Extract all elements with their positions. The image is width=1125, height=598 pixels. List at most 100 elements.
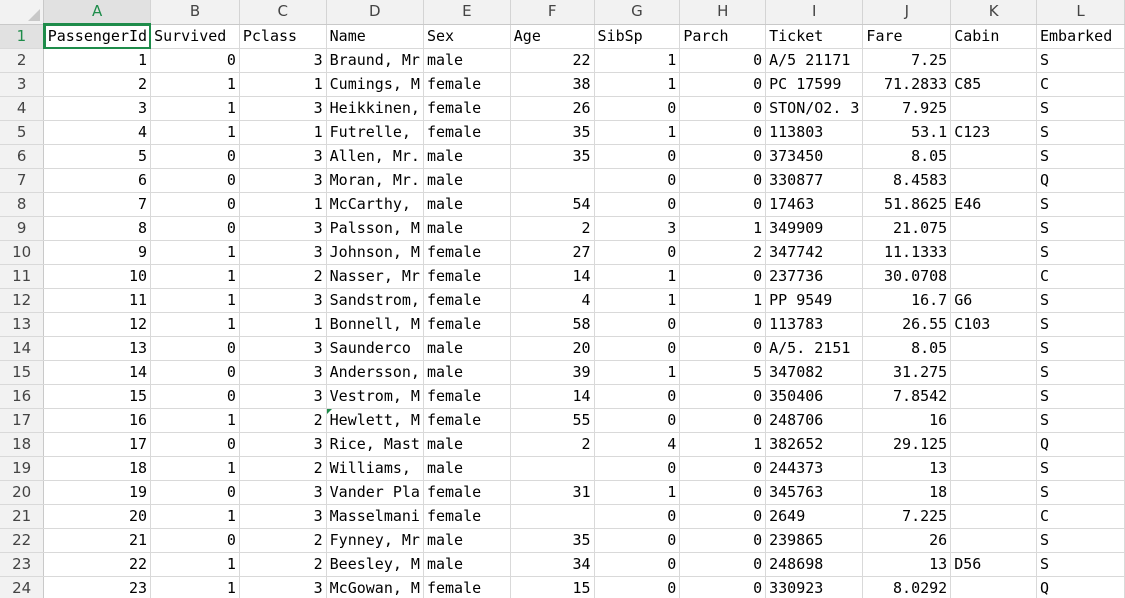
cell-a15[interactable]: 14 [43,360,152,385]
cell-b18[interactable]: 0 [150,432,240,457]
cell-f10[interactable]: 27 [510,240,595,265]
cell-a2[interactable]: 1 [43,48,152,73]
cell-k2[interactable] [950,48,1037,73]
cell-g14[interactable]: 0 [594,336,681,361]
cell-i6[interactable]: 373450 [765,144,864,169]
cell-c11[interactable]: 2 [239,264,327,289]
cell-e15[interactable]: male [423,360,511,385]
cell-k7[interactable] [950,168,1037,193]
cell-e11[interactable]: female [423,264,511,289]
cell-l9[interactable]: S [1036,216,1125,241]
cell-d11[interactable]: Nasser, Mr [326,264,424,289]
cell-k15[interactable] [950,360,1037,385]
cell-b16[interactable]: 0 [150,384,240,409]
cell-i2[interactable]: A/5 21171 [765,48,864,73]
cell-i4[interactable]: STON/O2. 3 [765,96,864,121]
row-header-5[interactable]: 5 [0,120,45,145]
cell-f19[interactable] [510,456,595,481]
cell-b24[interactable]: 1 [150,576,240,598]
cell-j22[interactable]: 26 [862,528,952,553]
cell-e7[interactable]: male [423,168,511,193]
cell-c4[interactable]: 3 [239,96,327,121]
cell-f23[interactable]: 34 [510,552,595,577]
cell-f7[interactable] [510,168,595,193]
cell-g15[interactable]: 1 [594,360,681,385]
cell-d10[interactable]: Johnson, M [326,240,424,265]
cell-l7[interactable]: Q [1036,168,1125,193]
cell-b14[interactable]: 0 [150,336,240,361]
cell-h14[interactable]: 0 [679,336,767,361]
cell-j5[interactable]: 53.1 [862,120,952,145]
cell-l12[interactable]: S [1036,288,1125,313]
cell-e3[interactable]: female [423,72,511,97]
cell-f20[interactable]: 31 [510,480,595,505]
cell-d8[interactable]: McCarthy, [326,192,424,217]
cell-k16[interactable] [950,384,1037,409]
cell-b7[interactable]: 0 [150,168,240,193]
cell-g20[interactable]: 1 [594,480,681,505]
cell-g19[interactable]: 0 [594,456,681,481]
column-header-f[interactable]: F [510,0,595,25]
cell-d21[interactable]: Masselmani [326,504,424,529]
cell-g23[interactable]: 0 [594,552,681,577]
cell-i22[interactable]: 239865 [765,528,864,553]
cell-l17[interactable]: S [1036,408,1125,433]
cell-d22[interactable]: Fynney, Mr [326,528,424,553]
cell-i19[interactable]: 244373 [765,456,864,481]
cell-i7[interactable]: 330877 [765,168,864,193]
row-header-2[interactable]: 2 [0,48,45,73]
row-header-3[interactable]: 3 [0,72,45,97]
cell-f13[interactable]: 58 [510,312,595,337]
cell-h22[interactable]: 0 [679,528,767,553]
cell-d7[interactable]: Moran, Mr. [326,168,424,193]
cell-j21[interactable]: 7.225 [862,504,952,529]
cell-a14[interactable]: 13 [43,336,152,361]
cell-j17[interactable]: 16 [862,408,952,433]
cell-f2[interactable]: 22 [510,48,595,73]
cell-f8[interactable]: 54 [510,192,595,217]
cell-i10[interactable]: 347742 [765,240,864,265]
cell-l6[interactable]: S [1036,144,1125,169]
column-header-k[interactable]: K [950,0,1037,25]
cell-i20[interactable]: 345763 [765,480,864,505]
cell-f9[interactable]: 2 [510,216,595,241]
cell-d16[interactable]: Vestrom, M [326,384,424,409]
cell-g9[interactable]: 3 [594,216,681,241]
cell-c16[interactable]: 3 [239,384,327,409]
cell-f3[interactable]: 38 [510,72,595,97]
cell-i12[interactable]: PP 9549 [765,288,864,313]
cell-c5[interactable]: 1 [239,120,327,145]
cell-k11[interactable] [950,264,1037,289]
cell-c17[interactable]: 2 [239,408,327,433]
cell-c8[interactable]: 1 [239,192,327,217]
cell-j9[interactable]: 21.075 [862,216,952,241]
cell-k23[interactable]: D56 [950,552,1037,577]
cell-c15[interactable]: 3 [239,360,327,385]
cell-k24[interactable] [950,576,1037,598]
cell-d14[interactable]: Saunderco [326,336,424,361]
cell-e2[interactable]: male [423,48,511,73]
cell-d3[interactable]: Cumings, M [326,72,424,97]
cell-h12[interactable]: 1 [679,288,767,313]
cell-l15[interactable]: S [1036,360,1125,385]
cell-d5[interactable]: Futrelle, [326,120,424,145]
cell-k5[interactable]: C123 [950,120,1037,145]
cell-k6[interactable] [950,144,1037,169]
cell-d1[interactable]: Name [326,24,424,49]
column-header-e[interactable]: E [423,0,511,25]
cell-k17[interactable] [950,408,1037,433]
cell-d18[interactable]: Rice, Mast [326,432,424,457]
cell-h8[interactable]: 0 [679,192,767,217]
cell-e18[interactable]: male [423,432,511,457]
cell-j8[interactable]: 51.8625 [862,192,952,217]
cell-g21[interactable]: 0 [594,504,681,529]
cell-a1[interactable]: PassengerId [43,24,152,49]
cell-k9[interactable] [950,216,1037,241]
cell-j10[interactable]: 11.1333 [862,240,952,265]
cell-l16[interactable]: S [1036,384,1125,409]
cell-h16[interactable]: 0 [679,384,767,409]
column-header-i[interactable]: I [765,0,864,25]
cell-k19[interactable] [950,456,1037,481]
cell-b2[interactable]: 0 [150,48,240,73]
cell-g5[interactable]: 1 [594,120,681,145]
